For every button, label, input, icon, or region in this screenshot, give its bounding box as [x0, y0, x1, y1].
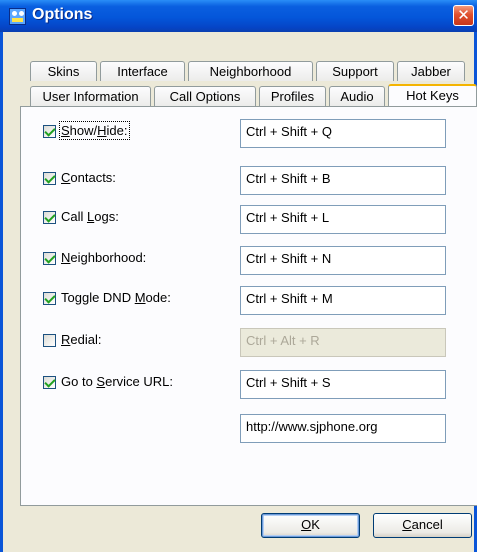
window-title: Options	[32, 6, 93, 23]
redial-hotkey-field: Ctrl + Alt + R	[240, 328, 446, 357]
close-icon: ✕	[457, 7, 470, 24]
call-logs-label[interactable]: Call Logs:	[61, 209, 119, 224]
show-hide-label[interactable]: Show/Hide:	[59, 121, 130, 140]
app-icon	[9, 8, 26, 25]
neighborhood-hotkey-field[interactable]: Ctrl + Shift + N	[240, 246, 446, 275]
ok-button[interactable]: OK	[261, 513, 360, 538]
contacts-checkbox[interactable]	[43, 172, 56, 185]
redial-label[interactable]: Redial:	[61, 332, 101, 347]
service-url-label[interactable]: Go to Service URL:	[61, 374, 173, 389]
tab-interface[interactable]: Interface	[100, 61, 185, 81]
neighborhood-checkbox[interactable]	[43, 252, 56, 265]
show-hide-checkbox[interactable]	[43, 125, 56, 138]
tab-call-options[interactable]: Call Options	[154, 86, 256, 106]
redial-checkbox[interactable]	[43, 334, 56, 347]
toggle-dnd-hotkey-field[interactable]: Ctrl + Shift + M	[240, 286, 446, 315]
contacts-label[interactable]: Contacts:	[61, 170, 116, 185]
service-url-hotkey-field[interactable]: Ctrl + Shift + S	[240, 370, 446, 399]
show-hide-hotkey-field[interactable]: Ctrl + Shift + Q	[240, 119, 446, 148]
toggle-dnd-label[interactable]: Toggle DND Mode:	[61, 290, 171, 305]
contacts-hotkey-field[interactable]: Ctrl + Shift + B	[240, 166, 446, 195]
tab-skins[interactable]: Skins	[30, 61, 97, 81]
close-button[interactable]: ✕	[453, 5, 474, 26]
call-logs-checkbox[interactable]	[43, 211, 56, 224]
tab-support[interactable]: Support	[316, 61, 394, 81]
title-bar[interactable]: Options ✕	[0, 0, 477, 32]
tab-user-information[interactable]: User Information	[30, 86, 151, 106]
toggle-dnd-checkbox[interactable]	[43, 292, 56, 305]
service-url-field[interactable]: http://www.sjphone.org	[240, 414, 446, 443]
tab-profiles[interactable]: Profiles	[259, 86, 326, 106]
tab-neighborhood[interactable]: Neighborhood	[188, 61, 313, 81]
tab-audio[interactable]: Audio	[329, 86, 385, 106]
tab-hot-keys[interactable]: Hot Keys	[388, 84, 477, 106]
call-logs-hotkey-field[interactable]: Ctrl + Shift + L	[240, 205, 446, 234]
cancel-button[interactable]: Cancel	[373, 513, 472, 538]
service-url-checkbox[interactable]	[43, 376, 56, 389]
window-border-left	[0, 32, 3, 552]
neighborhood-label[interactable]: Neighborhood:	[61, 250, 146, 265]
tab-jabber[interactable]: Jabber	[397, 61, 465, 81]
